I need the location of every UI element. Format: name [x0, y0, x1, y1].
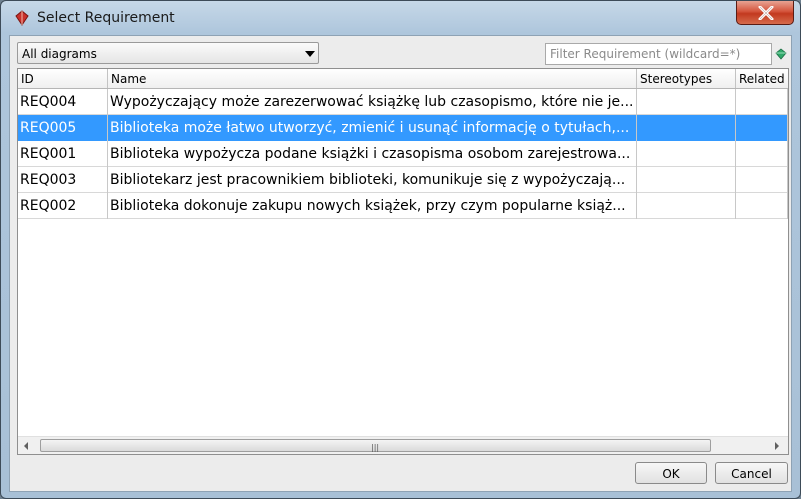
diagram-filter-dropdown[interactable]: All diagrams [17, 42, 319, 64]
column-header-stereotypes[interactable]: Stereotypes [637, 69, 736, 88]
scroll-left-icon[interactable] [24, 442, 28, 450]
cell-id: REQ004 [18, 89, 108, 115]
cell-name: Biblioteka wypożycza podane książki i cz… [108, 141, 637, 167]
cell-id: REQ001 [18, 141, 108, 167]
gem-icon[interactable] [775, 48, 787, 60]
cell-related [736, 89, 788, 115]
cell-name: Biblioteka może łatwo utworzyć, zmienić … [108, 115, 637, 141]
scrollbar-thumb[interactable]: ||| [40, 439, 711, 452]
cell-related [736, 167, 788, 193]
horizontal-scrollbar[interactable]: ||| [18, 436, 788, 454]
cell-stereotypes [637, 167, 736, 193]
cell-id: REQ003 [18, 167, 108, 193]
requirement-icon [15, 10, 29, 26]
cell-related [736, 115, 788, 141]
table-row-selected[interactable]: REQ005 Biblioteka może łatwo utworzyć, z… [18, 115, 788, 141]
close-button[interactable] [736, 1, 794, 25]
column-header-name[interactable]: Name [108, 69, 637, 88]
select-requirement-dialog: Select Requirement All diagrams ID Name … [0, 0, 801, 499]
table-header: ID Name Stereotypes Related u [18, 69, 788, 89]
cell-stereotypes [637, 115, 736, 141]
table-row[interactable]: REQ003 Bibliotekarz jest pracownikiem bi… [18, 167, 788, 193]
table-row[interactable]: REQ001 Biblioteka wypożycza podane książ… [18, 141, 788, 167]
scroll-right-icon[interactable] [775, 442, 779, 450]
requirements-table: ID Name Stereotypes Related u REQ004 Wyp… [17, 68, 789, 455]
ok-button[interactable]: OK [635, 462, 707, 484]
cell-id: REQ002 [18, 193, 108, 219]
cell-stereotypes [637, 193, 736, 219]
cell-related [736, 141, 788, 167]
title-bar[interactable]: Select Requirement [1, 1, 800, 35]
window-title: Select Requirement [37, 10, 175, 26]
column-header-id[interactable]: ID [18, 69, 108, 88]
cell-name: Wypożyczający może zarezerwować książkę … [108, 89, 637, 115]
cell-name: Biblioteka dokonuje zakupu nowych książe… [108, 193, 637, 219]
cell-stereotypes [637, 141, 736, 167]
cell-related [736, 193, 788, 219]
column-header-related[interactable]: Related u [736, 69, 788, 88]
filter-requirement-input[interactable] [545, 43, 772, 65]
grip-icon: ||| [371, 443, 380, 452]
diagram-filter-value: All diagrams [22, 47, 97, 61]
cell-stereotypes [637, 89, 736, 115]
cell-id: REQ005 [18, 115, 108, 141]
dialog-body: All diagrams ID Name Stereotypes Related… [9, 35, 792, 492]
cancel-button[interactable]: Cancel [715, 462, 788, 484]
table-row[interactable]: REQ002 Biblioteka dokonuje zakupu nowych… [18, 193, 788, 219]
cell-name: Bibliotekarz jest pracownikiem bibliotek… [108, 167, 637, 193]
chevron-down-icon [305, 51, 315, 57]
table-row[interactable]: REQ004 Wypożyczający może zarezerwować k… [18, 89, 788, 115]
close-icon [758, 6, 774, 20]
